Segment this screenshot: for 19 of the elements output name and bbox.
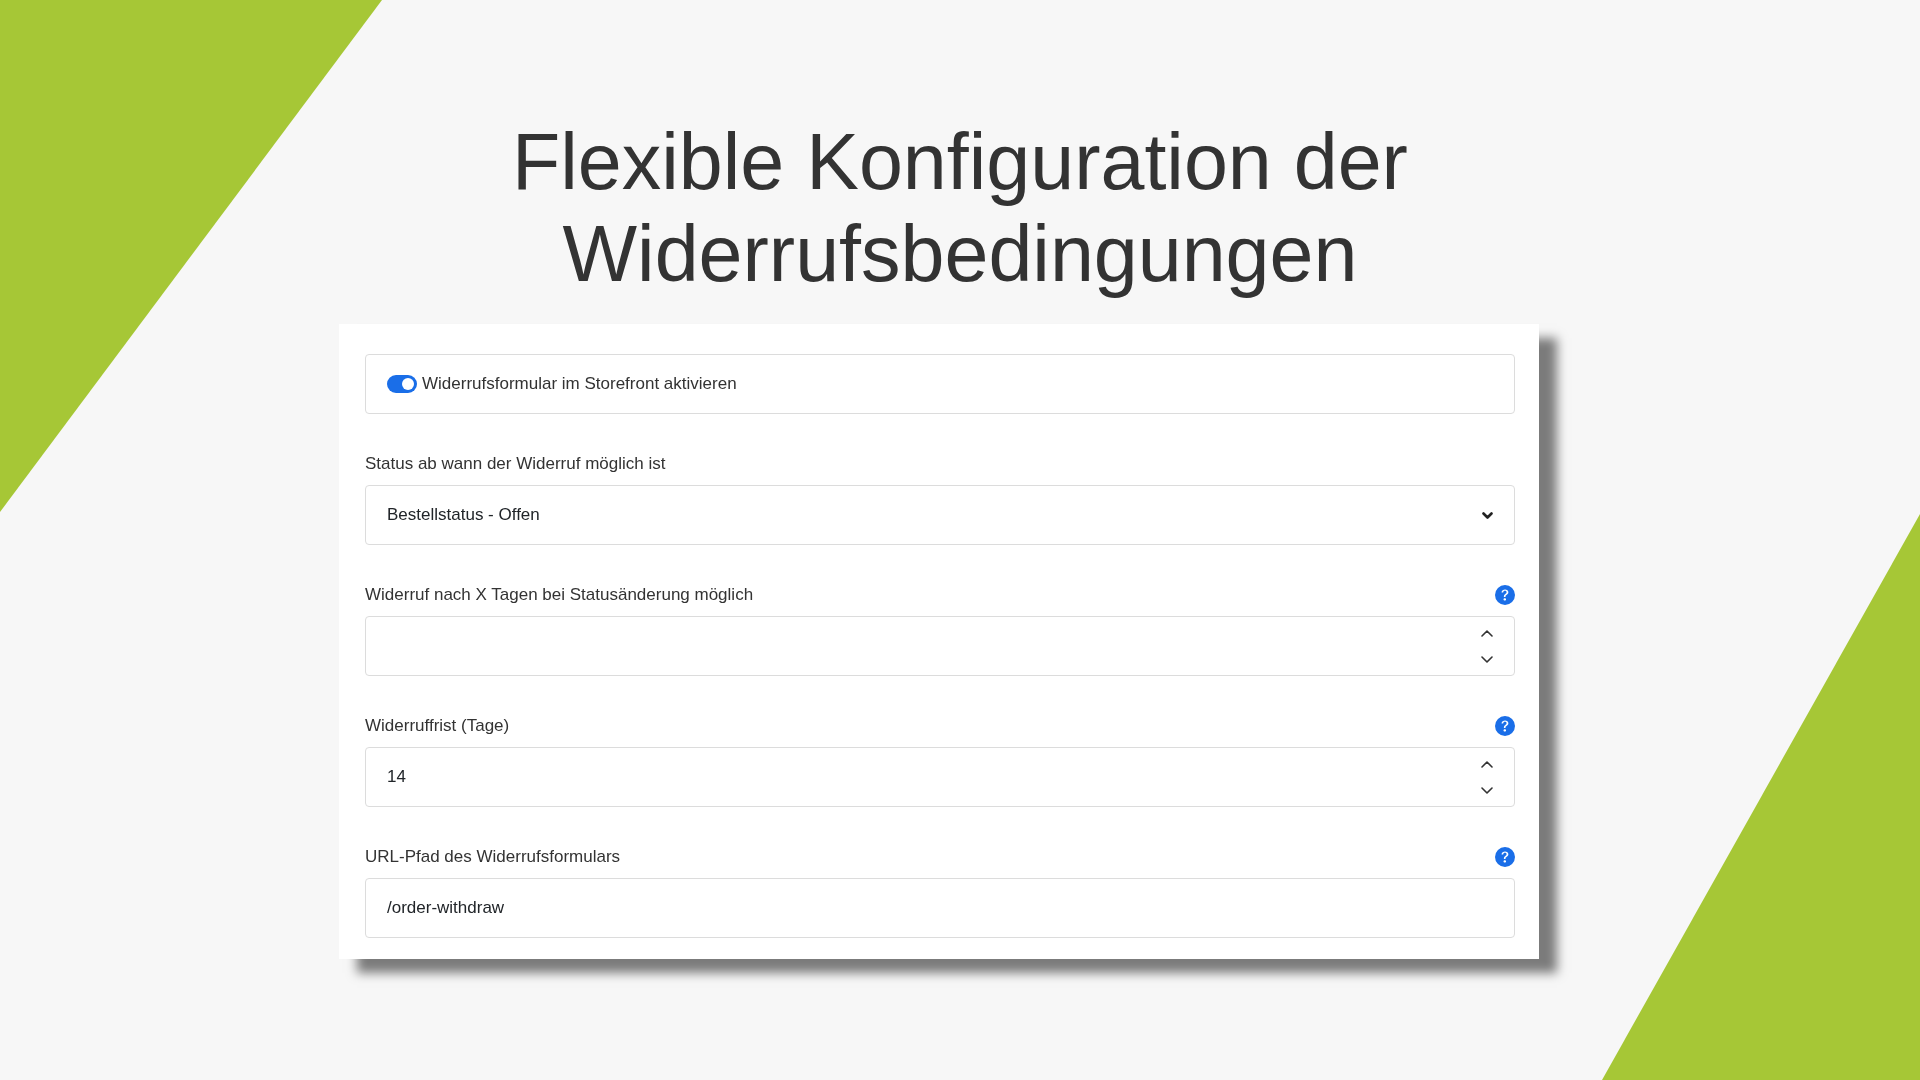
field-label: URL-Pfad des Widerrufsformulars: [365, 846, 621, 868]
help-icon[interactable]: [1495, 716, 1515, 736]
number-field[interactable]: 14: [365, 747, 1515, 807]
chevron-down-icon[interactable]: [1481, 655, 1493, 663]
text-field[interactable]: /order-withdraw: [365, 878, 1515, 938]
chevron-up-icon[interactable]: [1481, 629, 1493, 637]
field-label: Widerruf nach X Tagen bei Statusänderung möglich: [365, 584, 754, 606]
help-icon[interactable]: [1495, 847, 1515, 867]
chevron-up-icon[interactable]: [1481, 760, 1493, 768]
field-label: Widerruffrist (Tage): [365, 715, 510, 737]
help-icon[interactable]: [1495, 585, 1515, 605]
chevron-down-icon[interactable]: [1481, 786, 1493, 794]
toggle-label: Widerrufsformular im Storefront aktivieren: [422, 373, 737, 396]
status-select[interactable]: Bestellstatus - Offen: [365, 485, 1515, 545]
field-label: Status ab wann der Widerruf möglich ist: [365, 453, 666, 475]
chevron-down-icon[interactable]: [1482, 511, 1493, 519]
toggle-switch[interactable]: [387, 375, 417, 393]
number-field[interactable]: [365, 616, 1515, 676]
page-title: Flexible Konfiguration der Widerrufsbedingungen: [512, 116, 1408, 300]
